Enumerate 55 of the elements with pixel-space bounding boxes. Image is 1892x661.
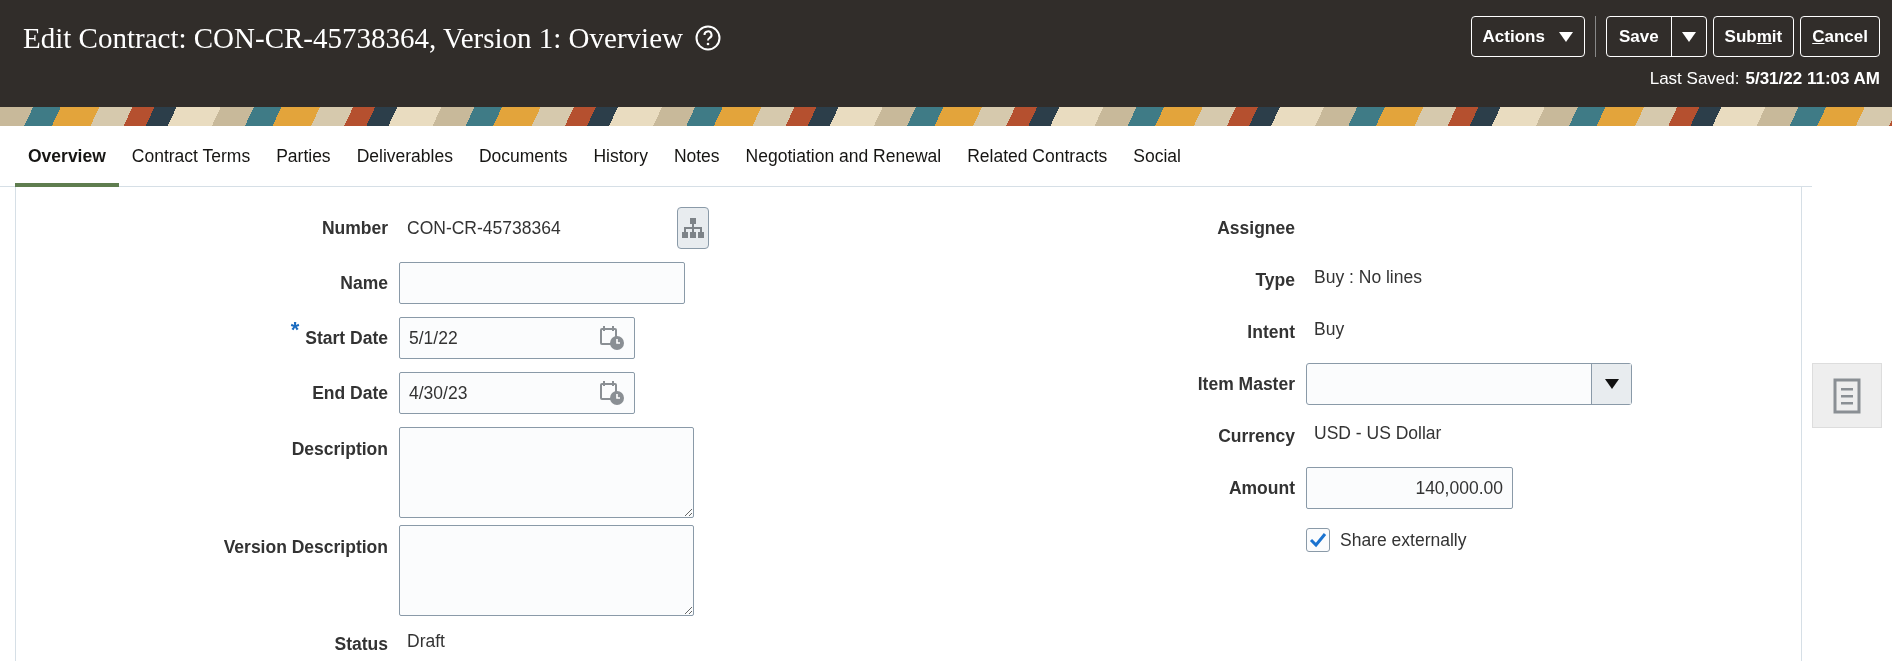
field-label: Description [290, 438, 388, 460]
checkbox-label: Share externally [1340, 529, 1467, 551]
name-input[interactable] [399, 262, 685, 304]
field-label: Type [1254, 269, 1295, 291]
field-value: Buy : No lines [1313, 266, 1423, 289]
required-mark: * [290, 317, 300, 343]
tab[interactable]: Notes [660, 126, 733, 187]
amount-input[interactable]: 140,000.00 [1306, 467, 1513, 509]
side-panel-button[interactable] [1812, 363, 1882, 428]
header-button[interactable]: Cancel [1800, 16, 1880, 57]
last-saved-value: 5/31/22 11:03 AM [1745, 69, 1880, 89]
dropdown-button[interactable] [1591, 364, 1631, 404]
help-icon[interactable] [694, 25, 721, 51]
tab[interactable]: History [580, 126, 661, 187]
contract-number: CON-CR-45738364 [406, 216, 562, 240]
field-label: Intent [1246, 321, 1295, 343]
field-label: Status [333, 633, 388, 655]
field-value: USD - US Dollar [1313, 422, 1443, 445]
caret-icon [1558, 31, 1573, 42]
field-value: Draft [406, 630, 446, 653]
actions-button[interactable]: Actions [1470, 16, 1585, 57]
calendar-clock-icon[interactable] [599, 325, 625, 351]
field-label: Name [339, 272, 388, 294]
field-label: End Date [311, 382, 388, 404]
field-label: Currency [1217, 425, 1295, 447]
caret-icon [1681, 31, 1696, 42]
field-label: Start Date [305, 327, 388, 349]
field-label: Number [320, 217, 388, 239]
caret-icon [1604, 379, 1619, 389]
text-area[interactable] [399, 427, 694, 518]
last-saved-label: Last Saved: [1649, 69, 1740, 89]
date-field[interactable]: 5/1/22 [399, 317, 635, 359]
field-label: Version Description [222, 536, 388, 558]
field-label: Item Master [1196, 373, 1295, 395]
date-field[interactable]: 4/30/23 [399, 372, 635, 414]
hierarchy-icon [682, 218, 704, 238]
tab[interactable]: Related Contracts [954, 126, 1121, 187]
field-value: Buy [1313, 318, 1346, 341]
checkbox[interactable] [1306, 528, 1330, 552]
tab[interactable]: Overview [15, 126, 119, 187]
text-area[interactable] [399, 525, 694, 616]
tab[interactable]: Deliverables [343, 126, 466, 187]
tab[interactable]: Social [1120, 126, 1194, 187]
field-label: Amount [1227, 477, 1295, 499]
field-label: Assignee [1216, 217, 1295, 239]
hierarchy-button[interactable] [677, 207, 709, 249]
calendar-clock-icon[interactable] [599, 380, 625, 406]
document-icon [1833, 377, 1861, 414]
header-button[interactable]: Submit [1712, 16, 1795, 57]
tab[interactable]: Documents [465, 126, 581, 187]
tab[interactable]: Parties [263, 126, 344, 187]
checkmark-icon [1309, 532, 1327, 548]
tab[interactable]: Contract Terms [118, 126, 264, 187]
page-title: Edit Contract: CON-CR-45738364, Version 1: Overview [23, 21, 683, 55]
tab[interactable]: Negotiation and Renewal [732, 126, 955, 187]
